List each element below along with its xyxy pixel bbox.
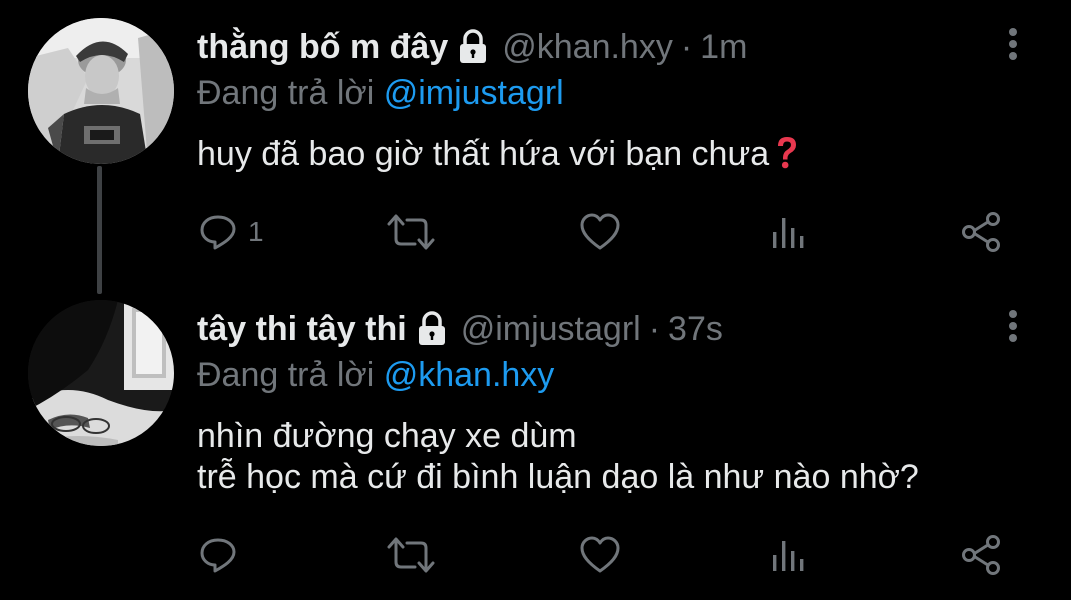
- replying-to: Đang trả lời @imjustagrl: [197, 73, 564, 113]
- tweet-text: huy đã bao giờ thất hứa với bạn chưa: [197, 134, 801, 175]
- more-icon[interactable]: [1000, 306, 1026, 346]
- tweet-text-line: nhìn đường chạy xe dùm: [197, 417, 577, 455]
- display-name[interactable]: tây thi tây thi: [197, 309, 407, 349]
- lock-icon: [415, 311, 449, 347]
- tweet-header: tây thi tây thi @imjustagrl · 37s: [197, 309, 723, 349]
- analytics-icon: [773, 541, 804, 571]
- like-button[interactable]: [579, 530, 621, 580]
- red-question-mark-emoji: [771, 135, 801, 169]
- lock-icon: [456, 29, 490, 65]
- tweet-text-line: trễ học mà cứ đi bình luận dạo là như nà…: [197, 458, 919, 496]
- avatar[interactable]: [28, 18, 174, 164]
- analytics-button[interactable]: [770, 530, 810, 580]
- replying-to-label: Đang trả lời: [197, 356, 384, 394]
- retweet-icon: [387, 537, 435, 573]
- like-icon: [580, 536, 620, 573]
- retweet-icon: [387, 214, 435, 250]
- handle[interactable]: @imjustagrl: [461, 309, 641, 349]
- like-button[interactable]: [579, 207, 621, 257]
- retweet-button[interactable]: [385, 530, 437, 580]
- share-button[interactable]: [960, 207, 1004, 257]
- share-button[interactable]: [960, 530, 1004, 580]
- handle[interactable]: @khan.hxy: [502, 27, 673, 67]
- display-name[interactable]: thằng bố m đây: [197, 27, 448, 67]
- tweet-header: thằng bố m đây @khan.hxy · 1m: [197, 27, 747, 67]
- action-bar: [0, 530, 1071, 580]
- tweet[interactable]: tây thi tây thi @imjustagrl · 37s Đang t…: [0, 292, 1071, 600]
- analytics-button[interactable]: [770, 207, 810, 257]
- share-icon: [962, 535, 1000, 575]
- analytics-icon: [773, 218, 804, 248]
- tweet-text-content: huy đã bao giờ thất hứa với bạn chưa: [197, 135, 770, 173]
- retweet-button[interactable]: [385, 207, 437, 257]
- action-bar: 1: [0, 207, 1071, 257]
- reply-icon: [200, 215, 236, 250]
- like-icon: [580, 213, 620, 250]
- timestamp[interactable]: 1m: [700, 27, 747, 67]
- tweet[interactable]: thằng bố m đây @khan.hxy · 1m Đang trả l…: [0, 0, 1071, 294]
- reply-button[interactable]: 1: [198, 207, 264, 257]
- reply-icon: [200, 538, 236, 573]
- tweet-text: nhìn đường chạy xe dùm trễ học mà cứ đi …: [197, 416, 919, 498]
- replying-to-handle[interactable]: @khan.hxy: [384, 356, 555, 394]
- separator: ·: [680, 28, 693, 66]
- tweet-text-line: huy đã bao giờ thất hứa với bạn chưa: [197, 134, 801, 175]
- replying-to-handle[interactable]: @imjustagrl: [384, 74, 564, 112]
- separator: ·: [648, 310, 661, 348]
- replying-to-label: Đang trả lời: [197, 74, 384, 112]
- replying-to: Đang trả lời @khan.hxy: [197, 355, 554, 395]
- more-icon[interactable]: [1000, 24, 1026, 64]
- avatar[interactable]: [28, 300, 174, 446]
- reply-button[interactable]: [198, 530, 248, 580]
- timestamp[interactable]: 37s: [668, 309, 723, 349]
- reply-count: 1: [248, 216, 264, 247]
- share-icon: [962, 212, 1000, 252]
